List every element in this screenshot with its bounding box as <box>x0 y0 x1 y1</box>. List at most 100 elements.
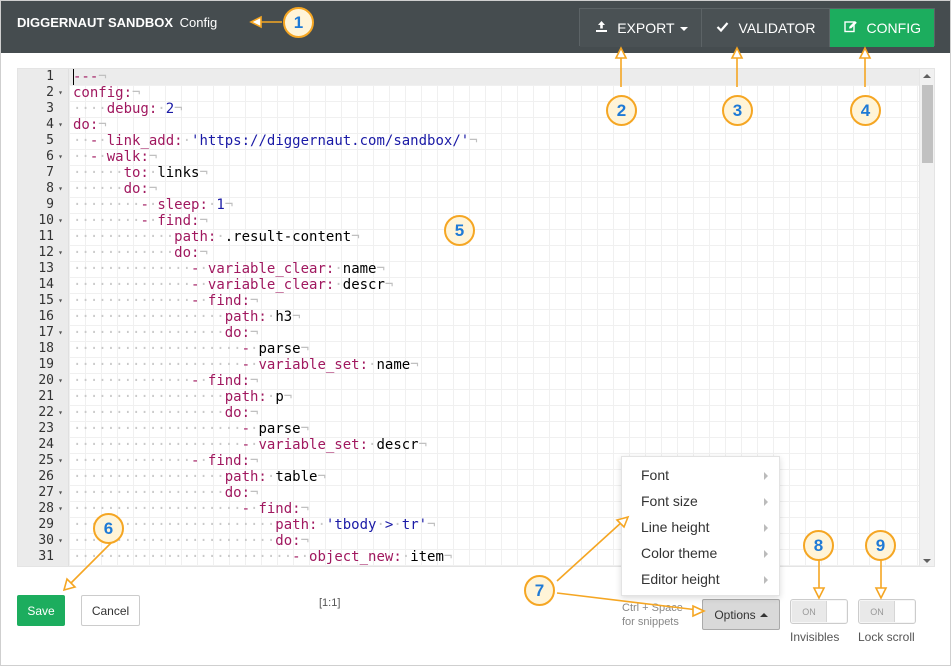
fold-toggle-icon[interactable]: ▾ <box>58 245 63 261</box>
code-line: ······to:·links¬ <box>73 165 208 181</box>
menu-item-color-theme[interactable]: Color theme <box>622 541 779 567</box>
menu-item-line-height[interactable]: Line height <box>622 515 779 541</box>
chevron-up-icon <box>759 612 768 617</box>
menu-item-font-size[interactable]: Font size <box>622 489 779 515</box>
line-number-text: 26 <box>38 469 54 484</box>
menu-item-label: Font <box>641 467 670 483</box>
snippets-hint-line1: Ctrl + Space <box>622 602 683 614</box>
line-number: 7 <box>18 165 69 181</box>
scroll-down-icon[interactable] <box>923 559 931 563</box>
line-number: 11 <box>18 229 69 245</box>
fold-toggle-icon[interactable]: ▾ <box>58 213 63 229</box>
line-number-text: 20 <box>38 373 54 388</box>
line-number-text: 8 <box>46 181 54 196</box>
snippets-hint: Ctrl + Space for snippets <box>622 601 683 629</box>
snippets-hint-line2: for snippets <box>622 616 679 628</box>
fold-toggle-icon[interactable]: ▾ <box>58 325 63 341</box>
fold-toggle-icon[interactable]: ▾ <box>58 149 63 165</box>
lock-scroll-toggle[interactable]: ON <box>858 599 916 624</box>
line-number: 30 ▾ <box>18 533 69 549</box>
fold-toggle-icon[interactable]: ▾ <box>58 117 63 133</box>
lock-scroll-toggle-state: ON <box>860 601 894 622</box>
code-line: ··················path:·p¬ <box>73 389 293 405</box>
line-number: 8 ▾ <box>18 181 69 197</box>
options-button[interactable]: Options <box>702 599 780 630</box>
line-number: 24 <box>18 437 69 453</box>
line-number-text: 21 <box>38 389 54 404</box>
export-label: EXPORT <box>617 20 675 36</box>
scrollbar-thumb[interactable] <box>922 85 933 163</box>
annotation-badge-2: 2 <box>606 95 637 126</box>
app-brand: DIGGERNAUT SANDBOX Config <box>17 15 217 31</box>
edit-icon <box>843 20 859 36</box>
menu-item-label: Color theme <box>641 545 718 561</box>
code-line: ··············-·find:¬ <box>73 293 259 309</box>
code-line: ········-·sleep:·1¬ <box>73 197 234 213</box>
code-line: ··············-·find:¬ <box>73 373 259 389</box>
code-line: ··················path:·table¬ <box>73 469 326 485</box>
code-line: ··················do:¬ <box>73 325 259 341</box>
line-number-text: 2 <box>46 85 54 100</box>
menu-item-font[interactable]: Font <box>622 463 779 489</box>
invisibles-label: Invisibles <box>790 630 840 644</box>
line-number-text: 12 <box>38 245 54 260</box>
options-label: Options <box>714 607 756 622</box>
cancel-button[interactable]: Cancel <box>81 595 140 626</box>
top-header: DIGGERNAUT SANDBOX Config EXPORT VALIDAT… <box>1 1 950 53</box>
line-number-text: 31 <box>38 549 54 564</box>
code-line: ··················do:¬ <box>73 405 259 421</box>
line-number: 10 ▾ <box>18 213 69 229</box>
code-line: ········-·find:¬ <box>73 213 208 229</box>
fold-toggle-icon[interactable]: ▾ <box>58 501 63 517</box>
line-number-text: 18 <box>38 341 54 356</box>
fold-toggle-icon[interactable]: ▾ <box>58 453 63 469</box>
line-number-text: 5 <box>46 133 54 148</box>
lock-scroll-label: Lock scroll <box>858 630 915 644</box>
annotation-badge-8: 8 <box>803 530 834 561</box>
export-button[interactable]: EXPORT <box>580 9 702 47</box>
text-cursor <box>73 69 74 85</box>
save-button[interactable]: Save <box>17 595 65 626</box>
code-line: ··················do:¬ <box>73 485 259 501</box>
fold-toggle-icon[interactable]: ▾ <box>58 485 63 501</box>
code-line: ---¬ <box>73 69 107 85</box>
menu-item-label: Editor height <box>641 571 720 587</box>
config-button[interactable]: CONFIG <box>829 9 934 47</box>
scroll-up-icon[interactable] <box>923 74 931 78</box>
fold-toggle-icon[interactable]: ▾ <box>58 405 63 421</box>
line-number: 28 ▾ <box>18 501 69 517</box>
fold-toggle-icon[interactable]: ▾ <box>58 181 63 197</box>
code-editor[interactable]: 1 2 ▾ 3 4 ▾ 5 6 ▾ 7 8 ▾ 9 10 ▾ 11 12 ▾ 13 14 15 ▾ 16 17 ▾ 18 19 20 ▾… <box>17 68 935 567</box>
fold-toggle-icon[interactable]: ▾ <box>58 293 63 309</box>
options-menu: Font Font size Line height Color theme E… <box>621 456 780 596</box>
fold-toggle-icon[interactable]: ▾ <box>58 373 63 389</box>
line-number-text: 4 <box>46 117 54 132</box>
line-number: 4 ▾ <box>18 117 69 133</box>
upload-icon <box>593 20 609 36</box>
line-number-text: 10 <box>38 213 54 228</box>
fold-toggle-icon[interactable]: ▾ <box>58 533 63 549</box>
chevron-down-icon <box>679 27 688 31</box>
line-number: 22 ▾ <box>18 405 69 421</box>
line-number: 20 ▾ <box>18 373 69 389</box>
invisibles-toggle[interactable]: ON <box>790 599 848 624</box>
line-number: 5 <box>18 133 69 149</box>
line-number: 26 <box>18 469 69 485</box>
fold-toggle-icon[interactable]: ▾ <box>58 85 63 101</box>
annotation-badge-1: 1 <box>283 7 314 38</box>
editor-scrollbar[interactable] <box>919 69 934 566</box>
code-line: ··························-·object_new:·… <box>73 549 453 565</box>
line-number-text: 28 <box>38 501 54 516</box>
line-number-text: 29 <box>38 517 54 532</box>
line-number: 25 ▾ <box>18 453 69 469</box>
line-number-text: 14 <box>38 277 54 292</box>
validator-button[interactable]: VALIDATOR <box>701 9 830 47</box>
line-number: 29 <box>18 517 69 533</box>
line-number: 13 <box>18 261 69 277</box>
line-number: 9 <box>18 197 69 213</box>
code-line: ························path:·'tbody·>·t… <box>73 517 436 533</box>
sandbox-page: DIGGERNAUT SANDBOX Config EXPORT VALIDAT… <box>0 0 951 666</box>
invisibles-toggle-state: ON <box>792 601 826 622</box>
cursor-position: [1:1] <box>319 597 341 609</box>
menu-item-editor-height[interactable]: Editor height <box>622 567 779 593</box>
